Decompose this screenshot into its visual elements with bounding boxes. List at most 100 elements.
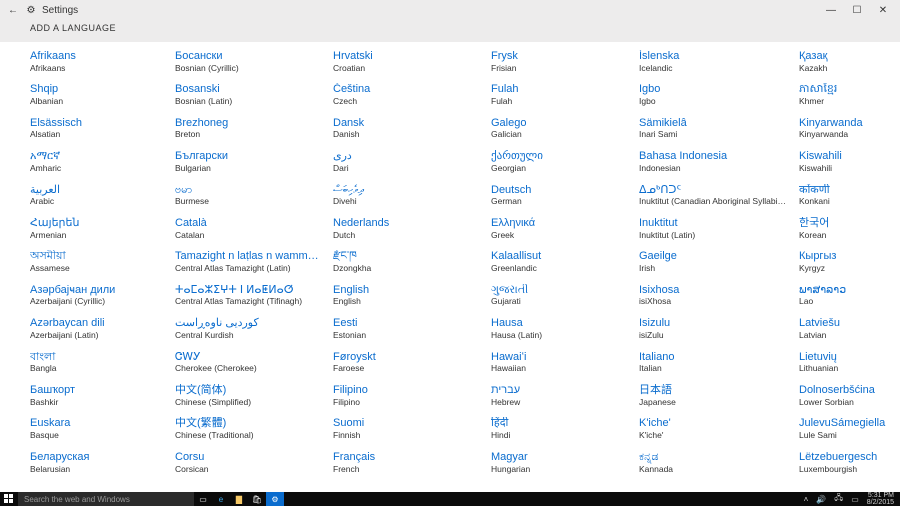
language-item[interactable]: ភាសាខ្មែរKhmer: [799, 83, 900, 106]
language-item[interactable]: FilipinoFilipino: [333, 384, 491, 407]
language-item[interactable]: DolnoserbšćinaLower Sorbian: [799, 384, 900, 407]
language-native-name: Deutsch: [491, 184, 639, 197]
language-item[interactable]: ဗမာBurmese: [175, 184, 333, 207]
language-item[interactable]: BosanskiBosnian (Latin): [175, 83, 333, 106]
language-item[interactable]: EnglishEnglish: [333, 284, 491, 307]
back-button[interactable]: ←: [4, 5, 22, 16]
language-item[interactable]: ಕನ್ನಡKannada: [639, 451, 799, 474]
language-item[interactable]: БосанскиBosnian (Cyrillic): [175, 50, 333, 73]
language-item[interactable]: FrançaisFrench: [333, 451, 491, 474]
settings-taskbar-icon[interactable]: ⚙: [266, 492, 284, 506]
language-item[interactable]: MagyarHungarian: [491, 451, 639, 474]
language-item[interactable]: JulevuSámegiellaLule Sami: [799, 417, 900, 440]
language-english-name: Arabic: [30, 197, 175, 207]
language-item[interactable]: ShqipAlbanian: [30, 83, 175, 106]
language-item[interactable]: NederlandsDutch: [333, 217, 491, 240]
language-item[interactable]: EuskaraBasque: [30, 417, 175, 440]
language-english-name: Faroese: [333, 364, 481, 374]
language-item[interactable]: FryskFrisian: [491, 50, 639, 73]
language-item[interactable]: BrezhonegBreton: [175, 117, 333, 140]
language-item[interactable]: KiswahiliKiswahili: [799, 150, 900, 173]
language-item[interactable]: FøroysktFaroese: [333, 351, 491, 374]
language-item[interactable]: Azərbaycan diliAzerbaijani (Latin): [30, 317, 175, 340]
language-item[interactable]: GalegoGalician: [491, 117, 639, 140]
language-item[interactable]: FulahFulah: [491, 83, 639, 106]
language-item[interactable]: БългарскиBulgarian: [175, 150, 333, 173]
language-item[interactable]: አማርኛAmharic: [30, 150, 175, 173]
language-item[interactable]: IgboIgbo: [639, 83, 799, 106]
language-item[interactable]: ગુજરાતીGujarati: [491, 284, 639, 307]
language-item[interactable]: 中文(简体)Chinese (Simplified): [175, 384, 333, 407]
language-item[interactable]: ÍslenskaIcelandic: [639, 50, 799, 73]
language-item[interactable]: IsizuluisiZulu: [639, 317, 799, 340]
language-item[interactable]: LatviešuLatvian: [799, 317, 900, 340]
language-item[interactable]: کوردیی ناوەڕاستCentral Kurdish: [175, 317, 333, 340]
close-button[interactable]: ✕: [870, 5, 896, 16]
taskbar-search[interactable]: Search the web and Windows: [18, 492, 194, 506]
language-item[interactable]: SämikielâInari Sami: [639, 117, 799, 140]
language-item[interactable]: LietuviųLithuanian: [799, 351, 900, 374]
language-item[interactable]: درىDari: [333, 150, 491, 173]
tray-chevron-icon[interactable]: ˄: [804, 495, 809, 504]
language-item[interactable]: HausaHausa (Latin): [491, 317, 639, 340]
file-explorer-icon[interactable]: ▇: [230, 492, 248, 506]
language-item[interactable]: LëtzebuergeschLuxembourgish: [799, 451, 900, 474]
language-item[interactable]: DeutschGerman: [491, 184, 639, 207]
language-item[interactable]: ҚазақKazakh: [799, 50, 900, 73]
language-item[interactable]: རྫོང་ཁDzongkha: [333, 250, 491, 273]
language-item[interactable]: GaeilgeIrish: [639, 250, 799, 273]
language-item[interactable]: БеларускаяBelarusian: [30, 451, 175, 474]
language-item[interactable]: CatalàCatalan: [175, 217, 333, 240]
task-view-button[interactable]: ▭: [194, 492, 212, 506]
language-item[interactable]: ᐃᓄᒃᑎᑐᑦInuktitut (Canadian Aboriginal Syl…: [639, 184, 799, 207]
language-item[interactable]: অসমীয়াAssamese: [30, 250, 175, 273]
language-item[interactable]: 日本語Japanese: [639, 384, 799, 407]
taskbar-clock[interactable]: 5:31 PM 8/2/2015: [867, 492, 894, 506]
language-item[interactable]: InuktitutInuktitut (Latin): [639, 217, 799, 240]
language-item[interactable]: КыргызKyrgyz: [799, 250, 900, 273]
language-item[interactable]: ᏣᎳᎩCherokee (Cherokee): [175, 351, 333, 374]
language-item[interactable]: कोंकणीKonkani: [799, 184, 900, 207]
language-item[interactable]: HrvatskiCroatian: [333, 50, 491, 73]
language-item[interactable]: ދިވެހިބަސްDivehi: [333, 184, 491, 207]
language-item[interactable]: ພາສາລາວLao: [799, 284, 900, 307]
language-item[interactable]: KinyarwandaKinyarwanda: [799, 117, 900, 140]
language-native-name: ગુજરાતી: [491, 284, 639, 297]
language-native-name: Азәрбајҹан дили: [30, 284, 175, 297]
start-button[interactable]: [0, 492, 18, 506]
language-item[interactable]: SuomiFinnish: [333, 417, 491, 440]
language-item[interactable]: ItalianoItalian: [639, 351, 799, 374]
language-item[interactable]: עבריתHebrew: [491, 384, 639, 407]
language-item[interactable]: ΕλληνικάGreek: [491, 217, 639, 240]
language-item[interactable]: IsixhosaisiXhosa: [639, 284, 799, 307]
language-item[interactable]: HawaiʻiHawaiian: [491, 351, 639, 374]
language-item[interactable]: БашҡортBashkir: [30, 384, 175, 407]
minimize-button[interactable]: —: [818, 5, 844, 16]
action-center-icon[interactable]: ▭: [851, 495, 859, 504]
language-english-name: Central Atlas Tamazight (Latin): [175, 264, 323, 274]
language-item[interactable]: বাংলাBangla: [30, 351, 175, 374]
language-item[interactable]: KalaallisutGreenlandic: [491, 250, 639, 273]
language-item[interactable]: ElsässischAlsatian: [30, 117, 175, 140]
maximize-button[interactable]: ☐: [844, 5, 870, 16]
language-item[interactable]: ՀայերենArmenian: [30, 217, 175, 240]
language-item[interactable]: DanskDanish: [333, 117, 491, 140]
language-item[interactable]: Tamazight n laṭlas n wamm…Central Atlas …: [175, 250, 333, 273]
language-item[interactable]: Bahasa IndonesiaIndonesian: [639, 150, 799, 173]
language-item[interactable]: हिंदीHindi: [491, 417, 639, 440]
language-item[interactable]: AfrikaansAfrikaans: [30, 50, 175, 73]
language-item[interactable]: 한국어Korean: [799, 217, 900, 240]
language-item[interactable]: Азәрбајҹан дилиAzerbaijani (Cyrillic): [30, 284, 175, 307]
language-item[interactable]: ⵜⴰⵎⴰⵣⵉⵖⵜ ⵏ ⵍⴰⵟⵍⴰⵚCentral Atlas Tamazight…: [175, 284, 333, 307]
edge-icon[interactable]: e: [212, 492, 230, 506]
language-item[interactable]: ČeštinaCzech: [333, 83, 491, 106]
language-item[interactable]: K'iche'K'iche': [639, 417, 799, 440]
language-item[interactable]: EestiEstonian: [333, 317, 491, 340]
store-icon[interactable]: 🛍: [248, 492, 266, 506]
language-item[interactable]: 中文(繁體)Chinese (Traditional): [175, 417, 333, 440]
language-item[interactable]: العربيةArabic: [30, 184, 175, 207]
network-icon[interactable]: 🖧: [834, 492, 843, 506]
language-item[interactable]: ქართულიGeorgian: [491, 150, 639, 173]
language-item[interactable]: CorsuCorsican: [175, 451, 333, 474]
volume-icon[interactable]: 🔊: [816, 495, 826, 504]
